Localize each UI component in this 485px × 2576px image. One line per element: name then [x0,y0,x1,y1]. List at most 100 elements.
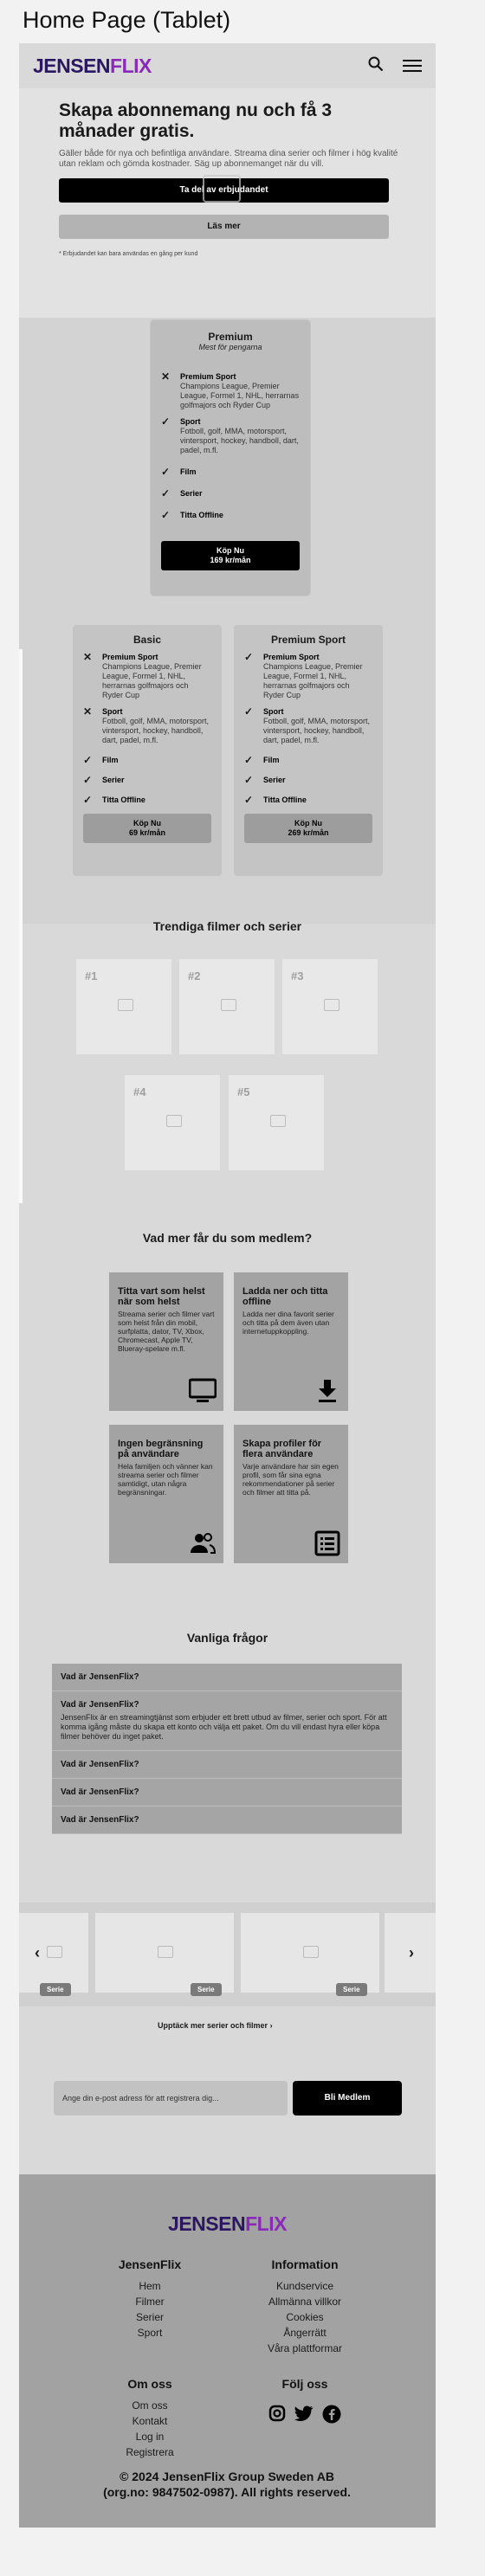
footer-link[interactable]: Våra plattformar [253,2341,357,2356]
feature-title: Titta Offline [180,511,223,519]
footer-link[interactable]: Log in [102,2429,197,2444]
check-icon: ✓ [244,794,254,806]
button-label: Köp Nu [133,819,161,828]
trending-tile[interactable]: #5 [229,1075,324,1170]
faq-question: Vad är JensenFlix? [61,1672,139,1682]
rank-label: #2 [188,969,201,982]
check-icon: ✓ [244,774,254,786]
chevron-right-icon[interactable]: › [409,1944,414,1962]
carousel-card[interactable]: Serie [95,1913,234,1996]
feature-title: Sport [102,707,123,716]
faq-item-expanded[interactable]: Vad är JensenFlix? JensenFlix är en strea… [52,1691,402,1751]
email-input[interactable]: Ange din e-post adress för att registrer… [54,2081,288,2116]
read-more-button[interactable]: Läs mer [59,215,389,239]
image-placeholder-icon [324,999,340,1011]
chevron-right-icon: › [269,2021,273,2030]
feature-card-title: Ladda ner och titta offline [242,1286,328,1307]
buy-basic-button[interactable]: Köp Nu 69 kr/mån [83,814,211,843]
faq-question: Vad är JensenFlix? [61,1700,139,1710]
list-icon [314,1530,341,1556]
footer-link[interactable]: Om oss [102,2398,197,2413]
logo[interactable]: JENSENFLIX [33,55,152,78]
feature-title: Premium Sport [180,372,236,381]
faq-item[interactable]: Vad är JensenFlix? [52,1664,402,1691]
footer-link[interactable]: Kontakt [102,2413,197,2429]
carousel-card[interactable]: Serie [241,1913,379,1996]
footer-link[interactable]: Filmer [102,2294,197,2309]
search-icon[interactable] [368,56,384,76]
plan-feature: ✓ Serier [244,774,372,786]
footer-link[interactable]: Kundservice [253,2278,357,2294]
footer-col-about: Om oss Om oss Kontakt Log in Registrera [102,2377,197,2460]
plan-feature: ✕ Premium Sport Champions League, Premier … [83,651,211,700]
tablet-frame: JENSENFLIX Skapa abonnemang nu och få 3 … [19,43,436,2528]
footer-link[interactable]: Hem [102,2278,197,2294]
plan-feature: ✓ Serier [161,487,300,499]
button-price: 169 kr/mån [210,556,251,564]
tv-icon [188,1378,217,1404]
plan-tagline: Mest för pengarna [198,343,262,351]
check-icon: ✓ [83,794,93,806]
check-icon: ✓ [161,487,171,499]
feature-card-desc: Ladda ner dina favorit serier och titta … [242,1310,334,1336]
feature-title: Film [263,756,280,764]
facebook-icon[interactable] [322,2405,341,2428]
trending-tile[interactable]: #3 [282,959,378,1054]
button-label: Köp Nu [294,819,322,828]
hamburger-icon[interactable] [403,56,422,75]
check-icon: ✓ [161,415,171,428]
feature-card-title: Titta vart som helst när som helst [118,1286,205,1307]
footer-logo[interactable]: JENSENFLIX [19,2212,436,2236]
button-price: 269 kr/mån [288,828,329,837]
faq-question: Vad är JensenFlix? [61,1815,139,1825]
footer-link[interactable]: Ångerrätt [253,2325,357,2341]
copyright: © 2024 JensenFlix Group Sweden AB (org.n… [103,2470,351,2499]
discover-link[interactable]: Upptäck mer serier och filmer › [158,2021,273,2030]
instagram-icon[interactable] [268,2405,286,2428]
join-button[interactable]: Bli Medlem [293,2081,402,2116]
image-placeholder-icon [118,999,133,1011]
type-tag: Serie [336,1983,367,1996]
feature-title: Film [102,756,119,764]
faq-title: Vanliga frågor [186,1631,268,1645]
footer-link[interactable]: Registrera [102,2444,197,2460]
features-title: Vad mer får du som medlem? [142,1231,313,1245]
faq-answer: JensenFlix är en streamingtjänst som erb… [61,1713,387,1741]
check-icon: ✓ [161,466,171,478]
rank-label: #3 [291,969,304,982]
carousel-card[interactable]: Serie [19,1913,88,1996]
discover-link-label: Upptäck mer serier och filmer [158,2021,268,2030]
footer-link[interactable]: Sport [102,2325,197,2341]
trending-tile[interactable]: #4 [125,1075,220,1170]
plan-card-premium-sport: Premium Sport ✓ Premium Sport Champions Le… [234,625,383,876]
feature-title: Serier [180,489,203,498]
chevron-left-icon[interactable]: ‹ [35,1944,40,1962]
trending-tile[interactable]: #1 [76,959,171,1054]
faq-item[interactable]: Vad är JensenFlix? [52,1806,402,1834]
buy-premium-sport-button[interactable]: Köp Nu 269 kr/mån [244,814,372,843]
faq-list: Vad är JensenFlix? Vad är JensenFlix? Jen… [52,1664,402,1834]
feature-title: Serier [263,776,286,784]
image-placeholder-icon [270,1115,286,1127]
plan-feature: ✓ Sport Fotboll, golf, MMA, motorsport, vi… [244,706,372,745]
buy-premium-button[interactable]: Köp Nu 169 kr/mån [161,541,300,570]
feature-title: Serier [102,776,125,784]
hero-subtitle: Gäller både för nya och befintliga använ… [59,149,398,169]
image-placeholder-icon [47,1946,62,1958]
x-icon: ✕ [83,651,93,663]
feature-title: Titta Offline [102,795,146,804]
footer-link[interactable]: Serier [102,2309,197,2325]
footer-col-title: Information [271,2257,339,2271]
plan-feature: ✓ Titta Offline [161,510,300,520]
plan-feature: ✕ Premium Sport Champions League, Premier … [161,371,300,410]
plan-card-basic: Basic ✕ Premium Sport Champions League, Pr… [73,625,222,876]
image-placeholder-icon [166,1115,182,1127]
footer-link[interactable]: Cookies [253,2309,357,2325]
plan-feature: ✕ Sport Fotboll, golf, MMA, motorsport, vi… [83,706,211,745]
plan-feature: ✓ Serier [83,775,211,785]
twitter-icon[interactable] [294,2405,314,2428]
faq-item[interactable]: Vad är JensenFlix? [52,1779,402,1806]
faq-item[interactable]: Vad är JensenFlix? [52,1751,402,1779]
trending-tile[interactable]: #2 [179,959,275,1054]
footer-link[interactable]: Allmänna villkor [253,2294,357,2309]
